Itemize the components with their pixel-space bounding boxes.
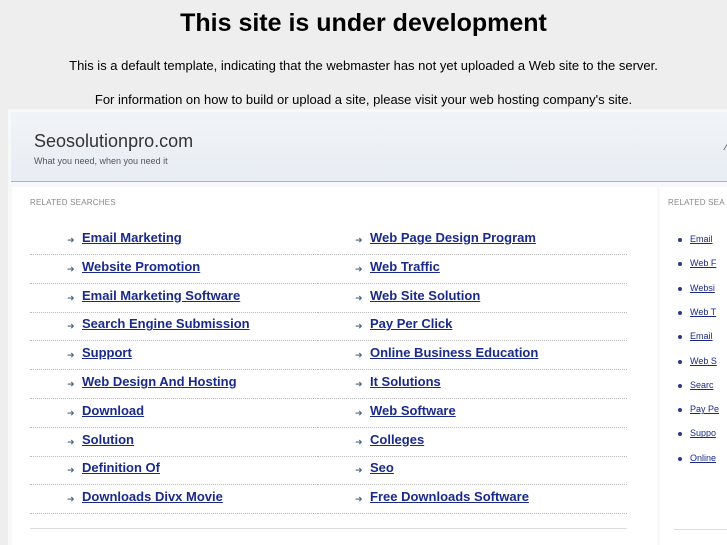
related-link-row: ➜ Web Software <box>318 399 627 428</box>
side-related-search-link[interactable]: Email <box>690 331 713 341</box>
related-search-link[interactable]: Colleges <box>370 432 424 447</box>
side-related-search-link[interactable]: Suppo <box>690 428 716 438</box>
related-search-link[interactable]: Web Site Solution <box>370 288 480 303</box>
bullet-icon <box>678 408 682 413</box>
related-link-row: ➜ Web Page Design Program <box>318 226 627 255</box>
side-related-search-link[interactable]: Web S <box>690 356 717 366</box>
notice-line-2: For information on how to build or uploa… <box>94 92 633 107</box>
notice-line-1: This is a default template, indicating t… <box>69 58 658 73</box>
arrow-right-icon: ➜ <box>355 465 363 476</box>
arrow-right-icon: ➜ <box>355 263 363 274</box>
related-searches-panel: RELATED SEARCHES ➜ Email Marketing ➜ Websit… <box>12 187 657 545</box>
related-search-link[interactable]: Web Software <box>370 403 456 418</box>
arrow-right-icon: ➜ <box>67 436 75 447</box>
related-link-row: ➜ Search Engine Submission <box>30 312 318 342</box>
arrow-right-icon: ➜ <box>355 379 363 389</box>
arrow-right-icon: ➜ <box>355 321 363 332</box>
notice-title: This site is under development <box>180 9 547 37</box>
arrow-right-icon: ➜ <box>355 350 363 361</box>
related-link-row: ➜ Support <box>30 341 318 371</box>
related-searches-title: RELATED SEARCHES <box>30 198 116 207</box>
related-search-link[interactable]: Seo <box>370 460 394 475</box>
arrow-right-icon: ➜ <box>355 494 363 505</box>
related-link-row: ➜ Colleges <box>318 428 627 457</box>
related-link-row: ➜ Web Site Solution <box>318 284 627 313</box>
arrow-right-icon: ➜ <box>355 436 363 447</box>
panel-divider <box>30 528 627 529</box>
related-search-link[interactable]: It Solutions <box>370 374 441 389</box>
related-link-row: ➜ Free Downloads Software <box>318 485 627 515</box>
related-search-link[interactable]: Downloads Divx Movie <box>82 489 223 504</box>
related-search-link[interactable]: Website Promotion <box>82 259 200 274</box>
bullet-icon <box>678 335 682 340</box>
related-link-row: ➜ Email Marketing Software <box>30 284 318 313</box>
side-panel-divider <box>674 529 727 530</box>
related-link-row: ➜ Web Traffic <box>318 255 627 284</box>
related-link-row: ➜ Solution <box>30 428 318 457</box>
side-related-search-link[interactable]: Online <box>690 453 716 463</box>
related-search-link[interactable]: Search Engine Submission <box>82 316 250 331</box>
bullet-icon <box>678 432 682 437</box>
related-search-link[interactable]: Email Marketing Software <box>82 288 240 303</box>
site-tagline: What you need, when you need it <box>34 156 168 166</box>
related-link-row: ➜ Email Marketing <box>30 226 318 255</box>
arrow-right-icon: ➜ <box>67 292 75 303</box>
site-header: Seosolutionpro.com What you need, when y… <box>11 112 727 182</box>
side-related-search-link[interactable]: Searc <box>690 380 714 390</box>
bullet-icon <box>678 286 682 291</box>
side-related-searches-panel: RELATED SEA Email Web F Websi Web T Email Web… <box>660 187 727 545</box>
side-related-search-link[interactable]: Websi <box>690 283 715 293</box>
bullet-icon <box>678 238 682 242</box>
bullet-icon <box>678 456 682 461</box>
related-link-row: ➜ It Solutions <box>318 370 627 399</box>
related-link-row: ➜ Pay Per Click <box>318 312 627 342</box>
parked-page: Seosolutionpro.com What you need, when y… <box>8 109 727 545</box>
related-link-row: ➜ Definition Of <box>30 456 318 486</box>
side-related-search-link[interactable]: Web F <box>690 258 716 268</box>
related-link-row: ➜ Online Business Education <box>318 341 627 371</box>
related-search-link[interactable]: Web Traffic <box>370 259 440 274</box>
related-link-row: ➜ Seo <box>318 456 627 486</box>
arrow-right-icon: ➜ <box>67 235 75 245</box>
related-search-link[interactable]: Pay Per Click <box>370 316 452 331</box>
bullet-icon <box>678 359 682 364</box>
related-link-row: ➜ Website Promotion <box>30 255 318 284</box>
arrow-right-icon: ➜ <box>67 494 75 505</box>
arrow-right-icon: ➜ <box>67 321 75 332</box>
arrow-right-icon: ➜ <box>355 292 363 303</box>
side-related-search-link[interactable]: Email <box>690 234 713 244</box>
bullet-icon <box>678 262 682 267</box>
arrow-right-icon: ➜ <box>67 407 75 418</box>
related-search-link[interactable]: Solution <box>82 432 134 447</box>
related-search-link[interactable]: Free Downloads Software <box>370 489 529 504</box>
related-search-link[interactable]: Online Business Education <box>370 345 538 360</box>
related-search-link[interactable]: Web Page Design Program <box>370 230 536 245</box>
related-search-link[interactable]: Definition Of <box>82 460 160 475</box>
side-related-search-link[interactable]: Pay Pe <box>690 404 719 414</box>
related-search-link[interactable]: Download <box>82 403 144 418</box>
related-link-row: ➜ Download <box>30 399 318 428</box>
related-link-row: ➜ Downloads Divx Movie <box>30 485 318 515</box>
bullet-icon <box>678 383 682 388</box>
arrow-right-icon: ➜ <box>355 235 363 245</box>
arrow-right-icon: ➜ <box>355 407 363 418</box>
arrow-right-icon: ➜ <box>67 379 75 389</box>
related-search-link[interactable]: Support <box>82 345 132 360</box>
arrow-right-icon: ➜ <box>67 350 75 361</box>
side-related-searches-title: RELATED SEA <box>668 198 725 207</box>
related-search-link[interactable]: Email Marketing <box>82 230 182 245</box>
site-name: Seosolutionpro.com <box>34 131 194 151</box>
arrow-right-icon: ➜ <box>67 263 75 274</box>
related-search-link[interactable]: Web Design And Hosting <box>82 374 237 389</box>
bullet-icon <box>678 310 682 315</box>
arrow-right-icon: ➜ <box>67 465 75 476</box>
side-related-search-link[interactable]: Web T <box>690 307 716 317</box>
related-link-row: ➜ Web Design And Hosting <box>30 370 318 399</box>
